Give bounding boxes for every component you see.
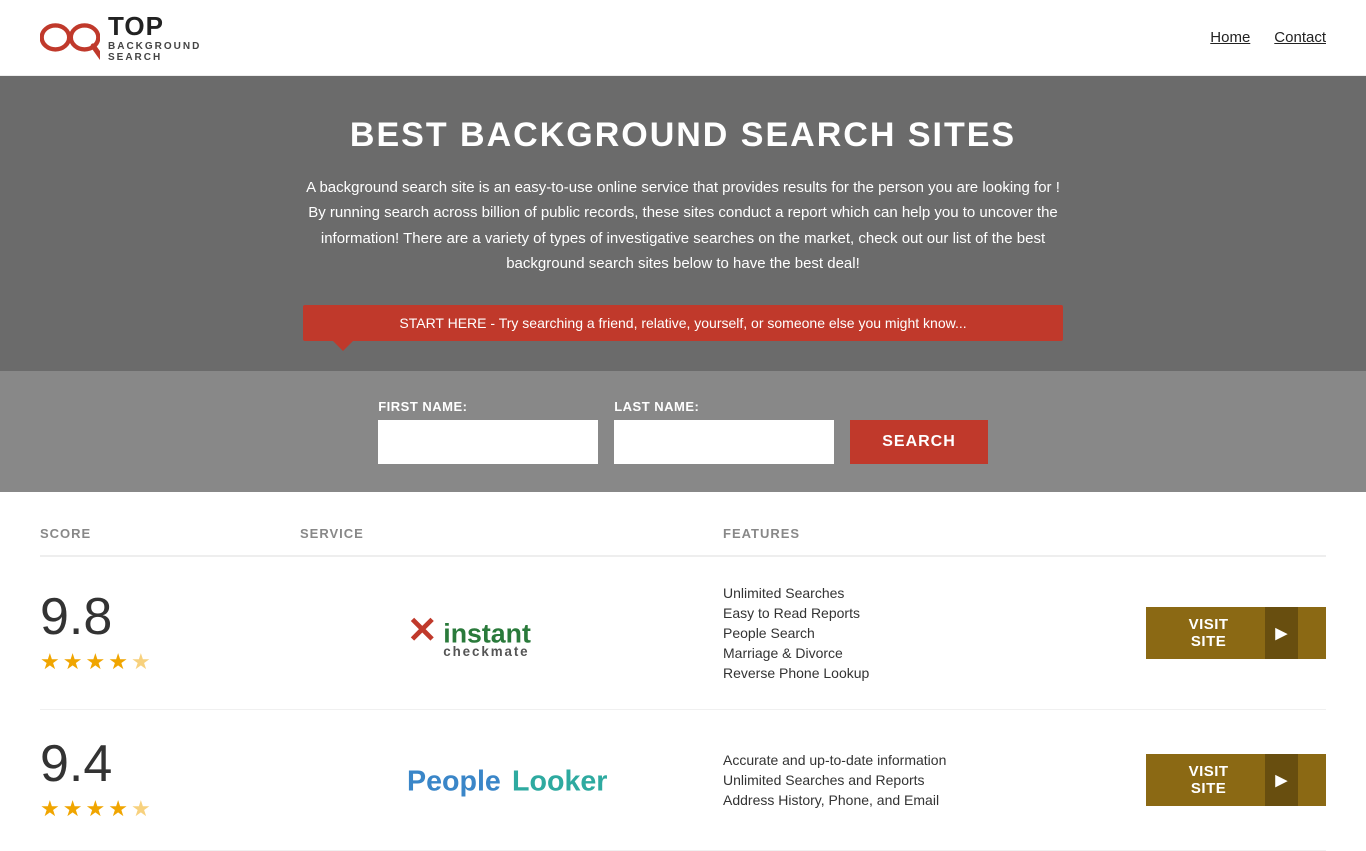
svg-text:People: People [407,765,501,797]
visit-site-button-2[interactable]: VISIT SITE ▶ [1146,754,1326,806]
last-name-group: LAST NAME: [614,399,834,464]
nav-contact[interactable]: Contact [1274,29,1326,46]
hero-title: BEST BACKGROUND SEARCH SITES [20,116,1346,155]
score-cell-1: 9.8 ★ ★ ★ ★ ★ [40,591,300,675]
service-cell-2: People Looker [300,755,723,805]
features-cell-1: Unlimited Searches Easy to Read Reports … [723,585,1146,681]
search-prompt: START HERE - Try searching a friend, rel… [303,305,1063,341]
star-3: ★ [85,796,105,822]
last-name-label: LAST NAME: [614,399,834,414]
checkmate-logo: ✕ instant checkmate [407,605,617,660]
feature-item: Easy to Read Reports [723,605,1146,621]
logo-sub-label: BACKGROUNDSEARCH [108,41,201,63]
star-4: ★ [108,796,128,822]
feature-item: Reverse Phone Lookup [723,665,1146,681]
hero-section: BEST BACKGROUND SEARCH SITES A backgroun… [0,76,1366,371]
service-cell-1: ✕ instant checkmate [300,605,723,660]
results-table: SCORE SERVICE FEATURES 9.8 ★ ★ ★ ★ ★ ✕ i… [0,512,1366,851]
first-name-label: FIRST NAME: [378,399,598,414]
first-name-group: FIRST NAME: [378,399,598,464]
arrow-icon: ▶ [1265,607,1298,659]
feature-item: Unlimited Searches and Reports [723,772,1146,788]
nav-home[interactable]: Home [1210,29,1250,46]
star-5-half: ★ [131,649,151,675]
hero-description: A background search site is an easy-to-u… [303,175,1063,277]
feature-item: Address History, Phone, and Email [723,792,1146,808]
star-2: ★ [63,796,83,822]
main-nav: Home Contact [1210,29,1326,46]
visit-site-button-1[interactable]: VISIT SITE ▶ [1146,607,1326,659]
peoplelooker-logo: People Looker [407,755,617,805]
site-header: TOP BACKGROUNDSEARCH Home Contact [0,0,1366,76]
search-form-area: FIRST NAME: LAST NAME: SEARCH [0,371,1366,492]
star-5-half: ★ [131,796,151,822]
logo-icon [40,12,100,62]
star-1: ★ [40,649,60,675]
col-features: FEATURES [723,526,1146,541]
features-cell-2: Accurate and up-to-date information Unli… [723,752,1146,808]
search-button[interactable]: SEARCH [850,420,988,464]
logo-top-label: TOP [108,12,201,41]
svg-text:checkmate: checkmate [443,644,529,659]
arrow-icon: ▶ [1265,754,1298,806]
visit-label-1: VISIT SITE [1174,616,1243,650]
score-number-2: 9.4 [40,738,112,790]
last-name-input[interactable] [614,420,834,464]
feature-item: Accurate and up-to-date information [723,752,1146,768]
table-header: SCORE SERVICE FEATURES [40,512,1326,557]
svg-text:✕: ✕ [407,610,437,651]
score-number-1: 9.8 [40,591,112,643]
logo-text: TOP BACKGROUNDSEARCH [108,12,201,63]
logo: TOP BACKGROUNDSEARCH [40,12,201,63]
table-row: 9.8 ★ ★ ★ ★ ★ ✕ instant checkmate Unlimi… [40,557,1326,710]
star-1: ★ [40,796,60,822]
visit-cell-2: VISIT SITE ▶ [1146,754,1326,806]
svg-text:Looker: Looker [512,765,607,797]
star-4: ★ [108,649,128,675]
star-2: ★ [63,649,83,675]
feature-item: Marriage & Divorce [723,645,1146,661]
first-name-input[interactable] [378,420,598,464]
score-cell-2: 9.4 ★ ★ ★ ★ ★ [40,738,300,822]
stars-2: ★ ★ ★ ★ ★ [40,796,151,822]
search-form: FIRST NAME: LAST NAME: SEARCH [273,399,1093,464]
col-service: SERVICE [300,526,723,541]
star-3: ★ [85,649,105,675]
feature-item: Unlimited Searches [723,585,1146,601]
table-row: 9.4 ★ ★ ★ ★ ★ People Looker Accurate and… [40,710,1326,851]
feature-item: People Search [723,625,1146,641]
col-action [1146,526,1326,541]
col-score: SCORE [40,526,300,541]
stars-1: ★ ★ ★ ★ ★ [40,649,151,675]
visit-cell-1: VISIT SITE ▶ [1146,607,1326,659]
